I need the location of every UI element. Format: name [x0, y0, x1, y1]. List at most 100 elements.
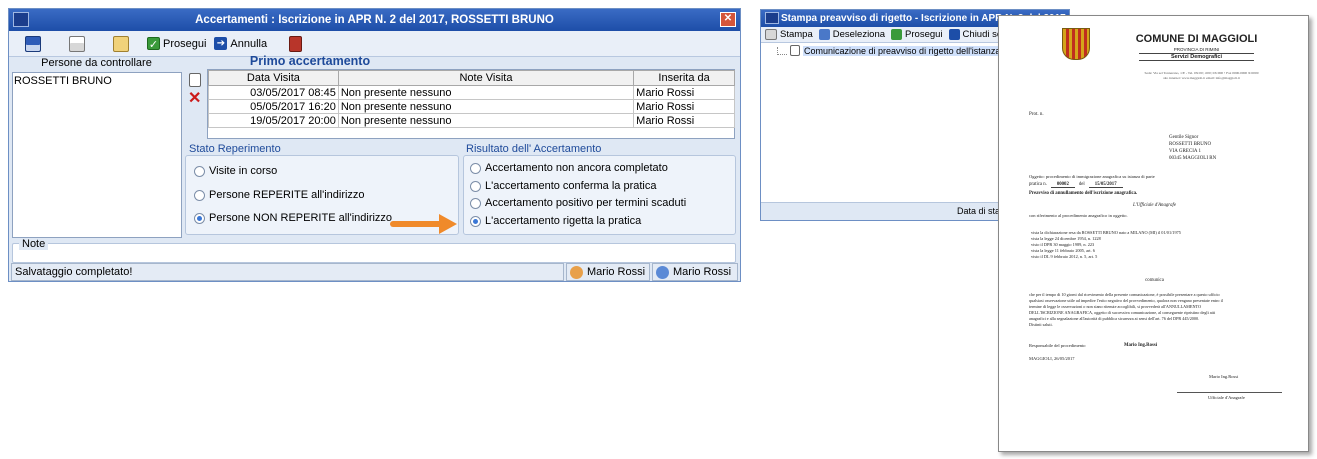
ufficiale-heading: L'Ufficiale d'Anagrafe [1133, 203, 1176, 208]
prosegui-label-2: Prosegui [905, 29, 943, 40]
list-item[interactable]: ROSSETTI BRUNO [13, 73, 181, 89]
book-icon [289, 35, 303, 52]
visits-table-container: Data Visita Note Visita Inserita da 03/0… [207, 69, 735, 139]
document-preview-icon [113, 35, 129, 52]
new-document-icon[interactable] [189, 73, 201, 87]
radio-label: Persone REPERITE all'indirizzo [209, 189, 365, 201]
radio-rigetta[interactable]: L'accertamento rigetta la pratica [470, 215, 641, 227]
delete-icon[interactable]: ✕ [188, 91, 201, 107]
deselect-icon [818, 29, 830, 40]
save-button[interactable] [25, 35, 41, 52]
radio-label: Visite in corso [209, 165, 278, 177]
pratica-label: pratica n. [1029, 182, 1047, 187]
radio-circle [194, 189, 205, 201]
responsabile-name: Mario Ing.Rossi [1124, 343, 1158, 348]
radio-label: L'accertamento rigetta la pratica [485, 215, 642, 227]
annulla-button[interactable]: ➔ Annulla [214, 37, 267, 50]
status-user-1: Mario Rossi [566, 263, 650, 281]
persons-list[interactable]: ROSSETTI BRUNO [12, 72, 182, 238]
prosegui-button-2[interactable]: Prosegui [891, 29, 943, 40]
radio-label: L'accertamento conferma la pratica [485, 180, 657, 192]
printer-icon [69, 35, 85, 52]
status-user-2-label: Mario Rossi [673, 266, 732, 278]
deseleziona-label: Deseleziona [832, 29, 886, 40]
signer-name: Mario Ing.Rossi [1209, 374, 1239, 379]
stampa-button[interactable]: Stampa [765, 29, 813, 40]
preview-button[interactable] [113, 35, 129, 52]
radio-circle-selected [470, 215, 481, 227]
status-user-2: Mario Rossi [652, 263, 738, 281]
print-button[interactable] [69, 35, 85, 52]
radio-circle [470, 180, 481, 192]
coat-of-arms [1062, 28, 1090, 60]
radio-non-completato[interactable]: Accertamento non ancora completato [470, 162, 668, 174]
printer-icon [765, 29, 777, 40]
orange-arrow-annotation [390, 214, 457, 234]
note-group[interactable] [12, 243, 736, 263]
radio-label: Accertamento non ancora completato [485, 162, 668, 174]
radio-persone-reperite[interactable]: Persone REPERITE all'indirizzo [194, 189, 365, 201]
column-header-inserita-da[interactable]: Inserita da [633, 70, 735, 86]
gentile: Gentile Signor [1169, 135, 1199, 140]
annulla-label: Annulla [230, 37, 268, 50]
status-user-1-label: Mario Rossi [587, 266, 646, 278]
document-icon [790, 45, 800, 56]
oggetto: Oggetto: procedimento di immigrazione an… [1029, 174, 1155, 179]
tree-item-label: Comunicazione di preavviso di rigetto de… [803, 45, 1002, 56]
stato-label: Stato Reperimento [189, 143, 281, 155]
cell-data-visita: 05/05/2017 16:20 [208, 99, 339, 114]
radio-circle-selected [194, 212, 205, 224]
address-line-2: sito internet: www.maggioli.it email: in… [1163, 76, 1240, 80]
recipient-name: ROSSETTI BRUNO [1169, 142, 1212, 147]
deseleziona-button[interactable]: Deseleziona [818, 29, 886, 40]
address-line-1: Sede: Via sel Tonnerano, 1/E - Tel. 0X:0… [1144, 71, 1259, 75]
document-preview: COMUNE DI MAGGIOLI PROVINCIA DI RIMINI S… [998, 15, 1309, 452]
radio-visite-in-corso[interactable]: Visite in corso [194, 165, 277, 177]
list-item: visto il DL 9 febbraio 2012, n. 5, art. … [1031, 254, 1098, 259]
floppy-disk-icon [25, 35, 41, 52]
radio-circle [470, 197, 481, 209]
radio-positivo-termini[interactable]: Accertamento positivo per termini scadut… [470, 197, 686, 209]
column-header-note-visita[interactable]: Note Visita [337, 70, 635, 86]
body-paragraph: che per il tempo di 10 giorni dal ricevi… [1029, 292, 1294, 328]
risultato-label: Risultato dell' Accertamento [466, 143, 602, 155]
preavviso: Preavviso di annullamento dell'iscrizion… [1029, 191, 1138, 196]
pratica-date: 15/05/2017 [1088, 182, 1123, 188]
prosegui-button[interactable]: ✓ Prosegui [147, 37, 206, 51]
column-header-data-visita[interactable]: Data Visita [208, 70, 339, 86]
radio-conferma[interactable]: L'accertamento conferma la pratica [470, 180, 656, 192]
pratica-num: 00002 [1050, 182, 1075, 188]
cell-inserita-da: Mario Rossi [633, 85, 735, 100]
servizi: Servizi Demografici [1139, 53, 1254, 61]
table-row[interactable]: 19/05/2017 20:00 Non presente nessuno Ma… [208, 113, 735, 128]
close-button[interactable]: ✕ [720, 12, 736, 27]
exit-arrow-icon [948, 29, 960, 40]
book-button[interactable] [289, 35, 303, 52]
table-row[interactable]: 05/05/2017 16:20 Non presente nessuno Ma… [208, 99, 735, 114]
main-window: Accertamenti : Iscrizione in APR N. 2 de… [8, 8, 741, 282]
check-icon: ✓ [147, 37, 160, 51]
del-label: del [1078, 182, 1085, 187]
legal-list: vista la dichiarazione resa da ROSSETTI … [1031, 230, 1181, 260]
status-message: Salvataggio completato! [11, 263, 564, 281]
recipient-city: 00345 MAGGIOLI RN [1169, 156, 1217, 161]
user-icon [570, 265, 583, 279]
body-line: Distinti saluti. [1029, 322, 1053, 327]
main-titlebar: Accertamenti : Iscrizione in APR N. 2 de… [9, 9, 740, 31]
app-icon [13, 12, 29, 27]
radio-persone-non-reperite[interactable]: Persone NON REPERITE all'indirizzo [194, 212, 392, 224]
stampa-label: Stampa [780, 29, 813, 40]
riferimento: con riferimento al procedimento anagrafi… [1029, 213, 1128, 218]
provincia: PROVINCIA DI RIMINI [1173, 47, 1220, 52]
section-title: Primo accertamento [249, 54, 371, 68]
place-date: MAGGIOLI, 26/05/2017 [1029, 356, 1075, 361]
cell-data-visita: 19/05/2017 20:00 [208, 113, 339, 128]
cell-note-visita: Non presente nessuno [337, 99, 635, 114]
table-row[interactable]: 03/05/2017 08:45 Non presente nessuno Ma… [208, 85, 735, 100]
check-icon [891, 29, 903, 40]
radio-label: Accertamento positivo per termini scadut… [485, 197, 687, 209]
cell-inserita-da: Mario Rossi [633, 113, 735, 128]
tree-item[interactable]: Comunicazione di preavviso di rigetto de… [777, 45, 1002, 56]
exit-arrow-icon: ➔ [214, 37, 228, 50]
radio-circle [194, 165, 205, 177]
